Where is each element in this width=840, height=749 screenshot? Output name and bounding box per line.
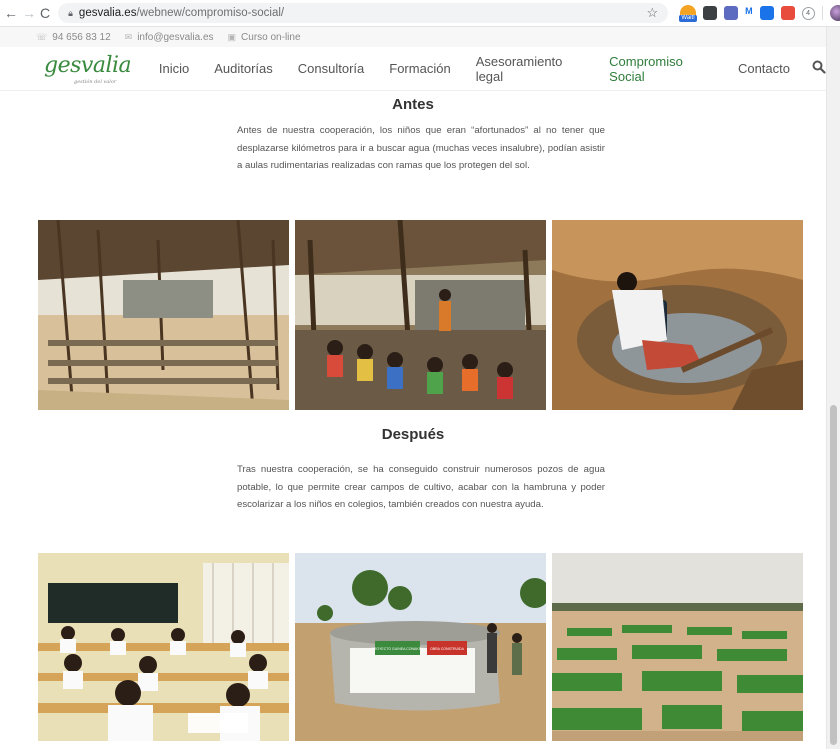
extensions-bar: Wait! M 4 ⋮ xyxy=(679,5,840,22)
nav-formacion[interactable]: Formación xyxy=(389,61,450,76)
well-sign-red: OBRA CONSTRUIDA xyxy=(430,647,465,651)
phone-icon: ☏ xyxy=(36,31,48,42)
page-scrollbar[interactable] xyxy=(826,27,840,749)
reload-icon[interactable]: C xyxy=(40,5,50,21)
wait-extension-icon[interactable]: Wait! xyxy=(679,5,698,22)
window-extension-icon[interactable] xyxy=(759,6,774,20)
logo-wordmark: gesvalia xyxy=(44,52,132,78)
email-text: info@gesvalia.es xyxy=(137,31,214,43)
nav-consultoria[interactable]: Consultoría xyxy=(298,61,364,76)
phone-contact[interactable]: ☏ 94 656 83 12 xyxy=(36,32,111,43)
scrollbar-thumb[interactable] xyxy=(830,405,837,745)
code-extension-icon[interactable] xyxy=(724,6,739,20)
back-icon[interactable]: ← xyxy=(4,5,18,21)
bookmark-star-icon[interactable]: ☆ xyxy=(646,5,658,21)
lock-icon: 🔒︎ xyxy=(68,7,73,18)
photo-school-classroom xyxy=(38,553,289,741)
section-title-before: Antes xyxy=(392,96,434,113)
phone-text: 94 656 83 12 xyxy=(52,31,111,43)
nav-compromiso-social[interactable]: Compromiso Social xyxy=(609,54,713,84)
lock-icon: ▣ xyxy=(227,31,237,42)
photo-water-hole xyxy=(552,220,803,410)
section-title-after: Después xyxy=(381,426,445,443)
nav-inicio[interactable]: Inicio xyxy=(159,61,189,76)
photo-water-well: PROYECTO GUINEA CONAKRY OBRA CONSTRUIDA xyxy=(295,553,546,741)
m-extension-icon[interactable]: M xyxy=(745,6,753,20)
shield-extension-icon[interactable] xyxy=(703,6,718,20)
photo-outdoor-class xyxy=(295,220,546,410)
section-text-before: Antes de nuestra cooperación, los niños … xyxy=(237,125,605,171)
logo-tagline: gestión del valor xyxy=(74,78,117,85)
section-text-after: Tras nuestra cooperación, se ha consegui… xyxy=(237,464,605,510)
toolbar-divider xyxy=(821,6,823,20)
chart-extension-icon[interactable] xyxy=(780,6,795,20)
well-sign-green: PROYECTO GUINEA CONAKRY xyxy=(372,647,425,651)
search-icon[interactable] xyxy=(812,60,826,77)
course-link[interactable]: ▣ Curso on-line xyxy=(228,32,301,43)
url-path: /webnew/compromiso-social/ xyxy=(136,7,285,19)
forward-icon[interactable]: → xyxy=(22,5,36,21)
wait-extension-label: Wait! xyxy=(679,15,698,22)
main-nav: Inicio Auditorías Consultoría Formación … xyxy=(159,54,826,84)
browser-toolbar: ← → C 🔒︎ gesvalia.es/webnew/compromiso-s… xyxy=(0,0,840,27)
profile-avatar[interactable] xyxy=(829,5,840,21)
site-header: gesvalia gestión del valor Inicio Audito… xyxy=(0,47,826,91)
photo-crop-fields xyxy=(552,553,803,741)
nav-auditorias[interactable]: Auditorías xyxy=(214,61,273,76)
address-bar[interactable]: 🔒︎ gesvalia.es/webnew/compromiso-social/… xyxy=(58,3,669,23)
photo-branch-classroom xyxy=(38,220,289,410)
contact-topbar: ☏ 94 656 83 12 ✉ info@gesvalia.es ▣ Curso o… xyxy=(0,27,826,47)
logo[interactable]: gesvalia gestión del valor xyxy=(44,51,132,87)
counter-extension-icon[interactable]: 4 xyxy=(801,6,815,20)
url-host: gesvalia.es xyxy=(78,7,137,19)
nav-contacto[interactable]: Contacto xyxy=(738,61,790,76)
mail-icon: ✉ xyxy=(124,31,133,42)
email-contact[interactable]: ✉ info@gesvalia.es xyxy=(125,32,214,43)
nav-asesoramiento-legal[interactable]: Asesoramiento legal xyxy=(476,54,584,84)
course-text: Curso on-line xyxy=(241,31,301,43)
